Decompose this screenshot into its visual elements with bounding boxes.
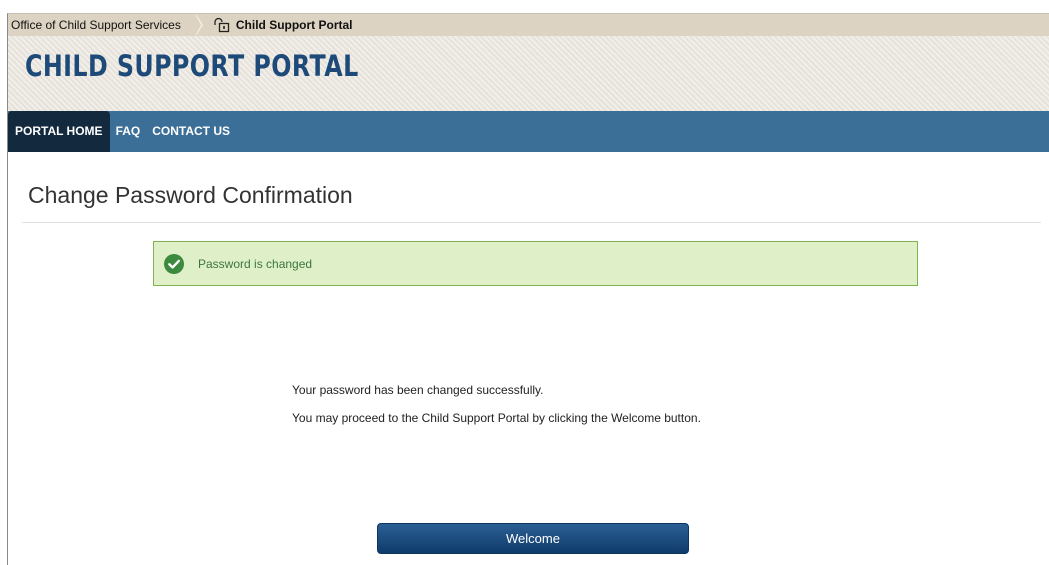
success-alert: Password is changed bbox=[153, 241, 918, 286]
lock-icon bbox=[214, 17, 230, 33]
breadcrumb-current-label: Child Support Portal bbox=[235, 18, 353, 32]
site-banner: CHILD SUPPORT PORTAL bbox=[8, 36, 1049, 111]
confirmation-text: Your password has been changed successfu… bbox=[292, 383, 544, 397]
nav-portal-home[interactable]: PORTAL HOME bbox=[8, 111, 110, 152]
site-title: CHILD SUPPORT PORTAL bbox=[25, 49, 359, 83]
nav-faq[interactable]: FAQ bbox=[110, 111, 147, 152]
page-title: Change Password Confirmation bbox=[28, 182, 353, 208]
breadcrumb: Office of Child Support Services Child S… bbox=[8, 14, 1049, 36]
breadcrumb-parent-link[interactable]: Office of Child Support Services bbox=[8, 14, 203, 36]
breadcrumb-current: Child Support Portal bbox=[197, 14, 353, 36]
welcome-button[interactable]: Welcome bbox=[377, 523, 689, 554]
instruction-text: You may proceed to the Child Support Por… bbox=[292, 411, 701, 425]
main-nav: PORTAL HOME FAQ CONTACT US bbox=[8, 111, 1049, 152]
check-circle-icon bbox=[164, 253, 184, 274]
page-frame: Office of Child Support Services Child S… bbox=[7, 13, 1049, 565]
nav-contact-us[interactable]: CONTACT US bbox=[146, 111, 236, 152]
alert-message: Password is changed bbox=[198, 256, 313, 271]
title-divider bbox=[22, 222, 1041, 223]
